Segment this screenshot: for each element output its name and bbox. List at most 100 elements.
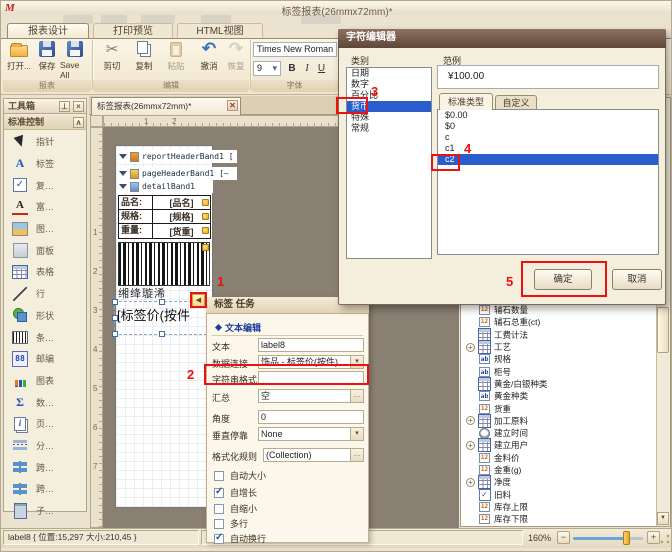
category-item[interactable]: 常规 <box>347 123 431 134</box>
toolbox-item-subreport[interactable]: 子… <box>4 500 86 522</box>
tree-item[interactable]: 建立时间 <box>462 427 656 439</box>
tree-item[interactable]: +工艺 <box>462 341 656 353</box>
table-row[interactable]: 品名: [品名] <box>119 196 210 210</box>
toolbox-item-chart[interactable]: 图表 <box>4 370 86 392</box>
checkbox-icon[interactable] <box>214 534 224 544</box>
save-all-button[interactable]: Save All <box>60 40 90 80</box>
tree-scrollbar-thumb[interactable] <box>657 307 669 353</box>
auto-size-checkbox[interactable]: 自动大小 <box>214 469 266 482</box>
table-row[interactable]: 规格: [规格] <box>119 210 210 224</box>
underline-button[interactable]: U <box>315 61 328 77</box>
toolbox-item-pagebreak[interactable]: 分… <box>4 435 86 457</box>
tree-item[interactable]: 工费计法 <box>462 329 656 341</box>
tree-item[interactable]: 库存上限 <box>462 501 656 513</box>
copy-button[interactable]: 复制 <box>129 40 159 72</box>
toolbox-item-pageinfo[interactable]: 页… <box>4 413 86 435</box>
tree-item[interactable]: +建立用户 <box>462 439 656 451</box>
tree-item[interactable]: +净度 <box>462 476 656 488</box>
tree-item[interactable]: 黄金种类 <box>462 390 656 402</box>
toolbox-item-shape[interactable]: 形状 <box>4 305 86 327</box>
tree-item[interactable]: 旧料 <box>462 488 656 500</box>
checkbox-icon[interactable] <box>214 471 224 481</box>
chevron-down-icon[interactable]: ▾ <box>350 428 363 440</box>
format-rules-field[interactable]: (Collection)… <box>263 448 364 462</box>
category-item[interactable]: 日期 <box>347 68 431 79</box>
selection-handle[interactable] <box>112 331 118 337</box>
checkbox-icon[interactable] <box>214 488 224 498</box>
paste-button[interactable]: 粘贴 <box>161 40 191 72</box>
expander-icon[interactable]: + <box>466 478 475 487</box>
zoom-slider-track[interactable] <box>573 537 643 540</box>
tree-item[interactable]: 黄金/白银种类 <box>462 378 656 390</box>
band-collapse-icon[interactable] <box>119 184 127 189</box>
toolbox-section-header[interactable]: 标准控制 ∧ <box>4 115 86 130</box>
summary-field[interactable]: 空… <box>258 389 364 403</box>
open-button[interactable]: 打开... <box>5 40 33 72</box>
undo-button[interactable]: ↶ 撤消 <box>195 40 223 72</box>
bold-button[interactable]: B <box>285 61 299 77</box>
toolbox-item-barcode[interactable]: 条… <box>4 326 86 348</box>
document-tab[interactable]: 标签报表(26mmx72mm)* <box>91 97 241 115</box>
category-item[interactable]: 数字 <box>347 79 431 90</box>
data-tag-icon[interactable] <box>202 199 209 206</box>
tab-print-preview[interactable]: 打印预览 <box>93 23 173 38</box>
tree-item[interactable]: 柜号 <box>462 365 656 377</box>
toolbox-item-richtext[interactable]: A富… <box>4 196 86 218</box>
toolbox-item-crossband2[interactable]: 跨… <box>4 478 86 500</box>
scroll-down-icon[interactable]: ▼ <box>657 512 669 525</box>
tree-item[interactable]: 辅石数量 <box>462 304 656 316</box>
data-tag-icon[interactable] <box>202 244 209 251</box>
checkbox-icon[interactable] <box>214 504 224 514</box>
toolbox-item-checkbox[interactable]: 复… <box>4 174 86 196</box>
toolbox-item-panel[interactable]: 面板 <box>4 239 86 261</box>
report-header-band[interactable]: reportHeaderBand1 [ <box>117 150 237 163</box>
tree-item[interactable]: 金重(g) <box>462 464 656 476</box>
table-row[interactable]: 重量: [货重] <box>119 224 210 238</box>
toolbox-item-zipcode[interactable]: 88邮编 <box>4 348 86 370</box>
tab-standard-types[interactable]: 标准类型 <box>439 93 493 110</box>
tree-item[interactable]: 库存下限 <box>462 513 656 525</box>
tab-custom[interactable]: 自定义 <box>495 95 537 110</box>
auto-grow-checkbox[interactable]: 自增长 <box>214 486 257 499</box>
toolbox-item-pointer[interactable]: 指针 <box>4 131 86 153</box>
text-input[interactable]: label8 <box>258 338 364 352</box>
format-list[interactable]: $0.00 $0 c c1 c2 <box>437 109 659 255</box>
selection-handle[interactable] <box>112 299 118 305</box>
tree-item[interactable]: +加工原料 <box>462 415 656 427</box>
pin-icon[interactable]: ⊥ <box>59 101 70 112</box>
font-name-combo[interactable]: Times New Roman <box>253 42 337 57</box>
page-header-band[interactable]: pageHeaderBand1 [— <box>117 167 237 180</box>
ellipsis-icon[interactable]: … <box>350 449 363 461</box>
auto-shrink-checkbox[interactable]: 自缩小 <box>214 502 257 515</box>
toolbox-item-table[interactable]: 表格 <box>4 261 86 283</box>
italic-button[interactable]: I <box>301 61 313 77</box>
expander-icon[interactable]: + <box>466 441 475 450</box>
tree-item[interactable]: 规格 <box>462 353 656 365</box>
expander-icon[interactable]: + <box>466 416 475 425</box>
word-wrap-checkbox[interactable]: 自动换行 <box>214 532 266 545</box>
selection-handle[interactable] <box>159 331 165 337</box>
cancel-button[interactable]: 取消 <box>612 269 662 290</box>
toolbox-item-picture[interactable]: 图… <box>4 218 86 240</box>
save-button[interactable]: 保存 <box>35 40 59 72</box>
toolbox-item-line[interactable]: 行 <box>4 283 86 305</box>
category-list[interactable]: 日期 数字 百分比 货币 特殊 常规 <box>346 67 432 259</box>
toolbox-item-crossband[interactable]: 跨… <box>4 456 86 478</box>
close-icon[interactable]: × <box>73 101 84 112</box>
toolbox-item-data[interactable]: Σ数… <box>4 391 86 413</box>
multiline-checkbox[interactable]: 多行 <box>214 517 248 530</box>
tree-item[interactable]: 货重 <box>462 402 656 414</box>
font-size-combo[interactable]: ▾9 <box>253 61 281 76</box>
detail-band[interactable]: detailBand1 <box>117 180 213 193</box>
angle-input[interactable]: 0 <box>258 410 364 424</box>
vertical-anchor-dropdown[interactable]: None▾ <box>258 427 364 441</box>
dialog-title-bar[interactable]: 字符编辑器 <box>338 29 666 48</box>
format-item[interactable]: $0.00 <box>438 110 658 121</box>
tree-item[interactable]: 辅石总重(ct) <box>462 316 656 328</box>
label-table[interactable]: 品名: [品名] 规格: [规格] 重量: [货重] <box>118 195 211 239</box>
tab-html-view[interactable]: HTML视图 <box>177 23 263 38</box>
cut-button[interactable]: ✂ 剪切 <box>97 40 127 72</box>
expander-icon[interactable]: + <box>466 343 475 352</box>
text-edit-link[interactable]: 文本编辑 <box>216 321 261 334</box>
band-collapse-icon[interactable] <box>119 171 127 176</box>
